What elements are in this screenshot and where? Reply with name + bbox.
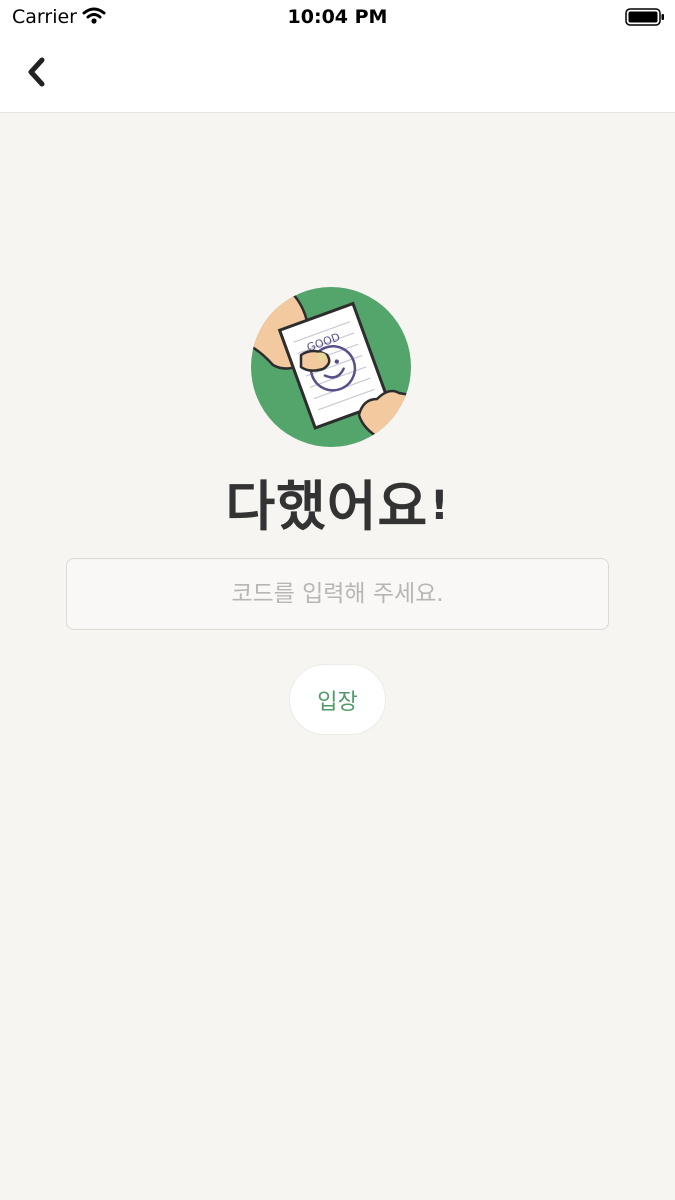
status-bar: Carrier 10:04 PM xyxy=(0,0,675,34)
enter-button[interactable]: 입장 xyxy=(289,664,386,735)
back-button[interactable] xyxy=(14,50,58,94)
brand-exclamation: ! xyxy=(430,483,450,529)
navigation-bar xyxy=(0,34,675,113)
brand-title-text: 다했어요 xyxy=(225,475,429,538)
status-time: 10:04 PM xyxy=(287,6,388,28)
brand-title: 다했어요! xyxy=(0,462,675,541)
battery-icon xyxy=(625,8,665,30)
chevron-left-icon xyxy=(28,57,45,87)
code-input[interactable] xyxy=(66,558,609,630)
good-stamp-paper-illustration: GOOD xyxy=(251,287,411,447)
